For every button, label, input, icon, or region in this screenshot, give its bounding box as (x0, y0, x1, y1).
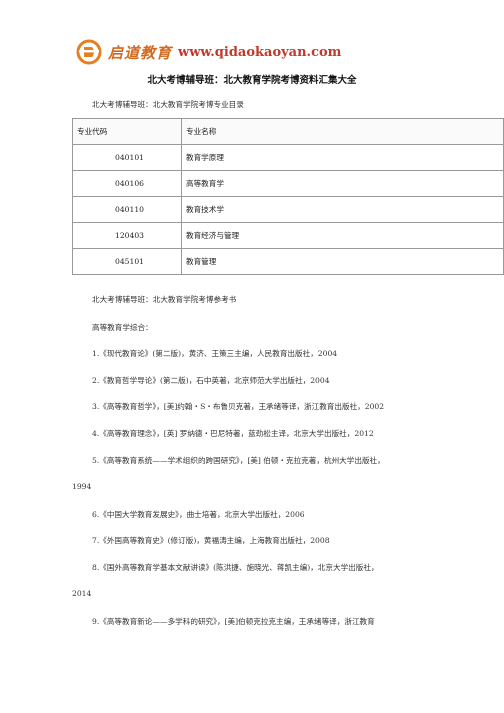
logo-text: 启道教育 (108, 43, 173, 62)
table-row: 040101 教育学原理 (72, 144, 504, 171)
table-row: 120403 教育经济与管理 (72, 222, 504, 249)
page-title: 北大考博辅导班：北大教育学院考博资料汇集大全 (147, 75, 357, 86)
reference-item: 5.《高等教育系统——学术组织的跨国研究》，[美] 伯顿・克拉克著，杭州大学出版… (92, 456, 385, 465)
logo-icon (76, 39, 102, 65)
table-row: 045101 教育管理 (72, 248, 504, 275)
reference-item: 7.《外国高等教育史》(修订版)，黄福涛主编，上海教育出版社，2008 (92, 536, 330, 545)
major-name: 教育学原理 (181, 144, 504, 171)
major-name: 教育经济与管理 (181, 222, 504, 249)
major-name: 高等教育学 (181, 170, 504, 197)
major-table: 专业代码 专业名称 040101 教育学原理 040106 高等教育学 0401… (72, 118, 504, 275)
column-header-name: 专业名称 (181, 118, 504, 145)
reference-item: 6.《中国大学教育发展史》，曲士培著，北京大学出版社，2006 (92, 510, 305, 519)
major-code: 045101 (72, 248, 182, 275)
reference-item-continued: 1994 (72, 482, 92, 491)
section-heading: 高等教育学综合： (92, 323, 153, 332)
reference-item: 3.《高等教育哲学》，[美]约翰・S・布鲁贝克著，王承绪等译，浙江教育出版社，2… (92, 402, 385, 411)
reference-item: 2.《教育哲学导论》(第二版)，石中英著，北京师范大学出版社，2004 (92, 376, 330, 385)
major-code: 040101 (72, 144, 182, 171)
reference-item: 9.《高等教育新论——多学科的研究》，[美]伯顿克拉克主编，王承绪等译，浙江教育 (92, 617, 375, 626)
table-row: 040110 教育技术学 (72, 196, 504, 223)
site-url[interactable]: www.qidaokaoyan.com (178, 45, 341, 60)
header: 启道教育 www.qidaokaoyan.com (76, 36, 341, 68)
major-code: 040110 (72, 196, 182, 223)
column-header-code: 专业代码 (72, 118, 182, 145)
reference-item-continued: 2014 (72, 589, 92, 598)
table-row: 040106 高等教育学 (72, 170, 504, 197)
table-header-row: 专业代码 专业名称 (72, 118, 504, 145)
reference-item: 1.《现代教育论》(第二版)，黄济、王策三主编，人民教育出版社，2004 (92, 349, 338, 358)
catalog-heading: 北大考博辅导班：北大教育学院考博专业目录 (92, 100, 244, 109)
reference-item: 8.《国外高等教育学基本文献讲读》(陈洪捷、施晓光、蒋凯主编)，北京大学出版社， (92, 563, 379, 572)
major-code: 040106 (72, 170, 182, 197)
reference-item: 4.《高等教育理念》，[英] 罗纳德・巴尼特著，蓝劲松主译，北京大学出版社，20… (92, 429, 374, 438)
major-code: 120403 (72, 222, 182, 249)
major-name: 教育技术学 (181, 196, 504, 223)
major-name: 教育管理 (181, 248, 504, 275)
books-heading: 北大考博辅导班：北大教育学院考博参考书 (92, 295, 237, 304)
